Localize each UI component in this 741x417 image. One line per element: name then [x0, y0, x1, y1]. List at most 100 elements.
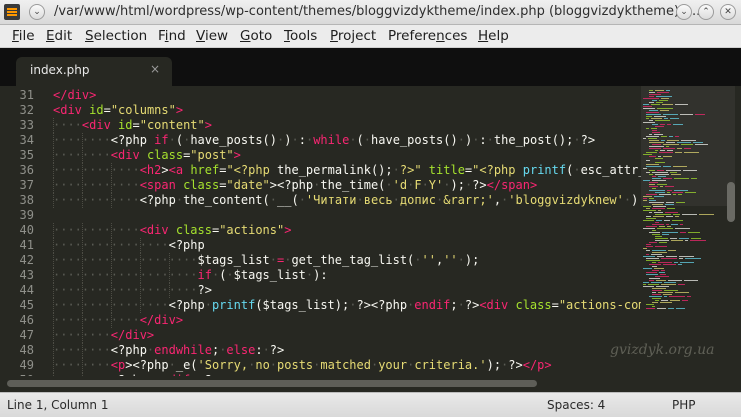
minimap-line — [660, 302, 672, 303]
code-line[interactable]: ········<p><?php·_e('Sorry,·no·posts·mat… — [53, 358, 552, 373]
code-token: <div — [110, 148, 140, 162]
code-token: criteria.' — [414, 358, 487, 372]
sublime-app-icon[interactable] — [4, 4, 20, 20]
horizontal-scrollbar-thumb[interactable] — [7, 380, 537, 387]
code-token: ); — [486, 358, 502, 372]
minimap-line — [663, 156, 672, 157]
minimap-line — [658, 210, 661, 211]
minimap-line — [675, 136, 679, 137]
code-line[interactable]: ····················$tags_list·=·get_the… — [53, 253, 479, 268]
menu-item[interactable]: File — [12, 28, 35, 44]
indent-whitespace: ···················· — [53, 253, 198, 267]
title-bar[interactable]: ⌄ /var/www/html/wordpress/wp-content/the… — [0, 0, 741, 25]
minimap-line — [679, 258, 683, 259]
minimap-line — [675, 104, 688, 105]
minimap-line — [673, 124, 683, 125]
menu-item[interactable]: Preferences — [388, 28, 467, 44]
menu-item[interactable]: Tools — [284, 28, 317, 44]
minimap-line — [652, 252, 667, 253]
code-token: </div — [139, 313, 176, 327]
code-line[interactable]: ········</div> — [53, 328, 154, 343]
menu-item-mnemonic: F — [12, 28, 19, 44]
indentation-setting[interactable]: Spaces: 4 — [547, 398, 605, 412]
menu-item[interactable]: View — [196, 28, 228, 44]
indent-whitespace: ············ — [53, 223, 140, 237]
menu-item[interactable]: Project — [330, 28, 376, 44]
minimap-line — [652, 290, 662, 291]
code-line[interactable]: <div id="columns"> — [53, 103, 183, 118]
code-area[interactable]: </div> <div id="columns"> ····<div id="con… — [53, 86, 641, 376]
minimap-line — [646, 112, 659, 113]
code-line[interactable]: ············<?php·the_content(·__(·'Чита… — [53, 193, 641, 208]
status-bar: Line 1, Column 1 Spaces: 4 PHP — [0, 392, 741, 417]
minimap-line — [683, 170, 697, 171]
code-token: ?> — [197, 283, 212, 297]
code-token: <div — [139, 223, 169, 237]
code-token: , — [493, 193, 502, 207]
minimize-button[interactable]: ⌄ — [676, 4, 692, 20]
menu-item[interactable]: Find — [158, 28, 186, 44]
vertical-scrollbar-thumb[interactable] — [727, 182, 735, 222]
minimap-line — [646, 304, 654, 305]
code-line[interactable]: ················<?php·printf($tags_list)… — [53, 298, 641, 313]
menu-item[interactable]: Goto — [240, 28, 272, 44]
code-line[interactable]: </div> — [53, 88, 96, 103]
code-line[interactable]: ····················if·(·$tags_list·): — [53, 268, 328, 283]
minimap-line — [667, 226, 671, 227]
maximize-button[interactable]: ⌃ — [698, 4, 714, 20]
minimap-line — [690, 240, 706, 241]
menu-item-mnemonic: G — [240, 28, 251, 44]
minimap-line — [646, 194, 657, 195]
code-line[interactable]: ····················?> — [53, 283, 212, 298]
code-line[interactable]: ················<?php — [53, 238, 205, 253]
indent-guide — [139, 283, 141, 298]
indent-guide — [110, 193, 112, 208]
tab-close-icon[interactable]: × — [150, 62, 160, 76]
minimap-line — [643, 206, 651, 207]
minimap-line — [671, 174, 681, 175]
code-token: · — [414, 253, 422, 267]
code-line[interactable]: ········<?php if·(·have_posts()·)·:·whil… — [53, 133, 595, 148]
code-token: · — [457, 253, 465, 267]
minimap-line — [699, 214, 714, 215]
code-line[interactable]: ············</div> — [53, 313, 183, 328]
syntax-setting[interactable]: PHP — [672, 398, 696, 412]
minimap-line — [667, 140, 679, 141]
minimap-line — [669, 136, 673, 137]
minimap-line — [673, 166, 687, 167]
code-token: the_post(); — [493, 133, 574, 147]
code-token: </span — [486, 178, 530, 192]
code-token: ?><?php — [356, 298, 408, 312]
indent-guide — [139, 268, 141, 283]
minimap-line — [685, 192, 696, 193]
code-token: · — [291, 133, 299, 147]
menu-item[interactable]: Help — [478, 28, 509, 44]
minimap[interactable] — [641, 86, 735, 376]
minimap-line — [653, 216, 664, 217]
window-menu-button[interactable]: ⌄ — [29, 4, 45, 20]
minimap-line — [652, 132, 660, 133]
code-line[interactable]: ········<?php·endwhile;·else:·?> — [53, 343, 284, 358]
minimap-line — [652, 266, 657, 267]
indent-guide — [110, 298, 112, 313]
minimap-line — [655, 236, 662, 237]
close-button[interactable]: ✕ — [720, 4, 736, 20]
menu-item[interactable]: Selection — [85, 28, 147, 44]
code-line[interactable]: ············<h2><a href="<?php the_perma… — [53, 163, 641, 178]
minimap-line — [695, 114, 705, 115]
code-editor[interactable]: 3132333435363738394041424344454647484950… — [0, 86, 741, 387]
minimap-line — [658, 262, 672, 263]
indent-whitespace: ···················· — [53, 283, 198, 297]
code-line[interactable]: ············<div class="actions"> — [53, 223, 291, 238]
minimap-line — [658, 156, 661, 157]
code-line[interactable]: ············<span class="date"><?php·the… — [53, 178, 537, 193]
minimap-line — [649, 94, 661, 95]
code-line[interactable]: ····<div id="content"> — [53, 118, 212, 133]
minimap-line — [652, 204, 663, 205]
minimap-line — [676, 202, 685, 203]
indent-whitespace: ············ — [53, 193, 140, 207]
minimap-line — [652, 294, 661, 295]
tab-index-php[interactable]: index.php × — [16, 57, 172, 86]
code-token: > — [529, 178, 538, 192]
menu-item[interactable]: Edit — [46, 28, 72, 44]
